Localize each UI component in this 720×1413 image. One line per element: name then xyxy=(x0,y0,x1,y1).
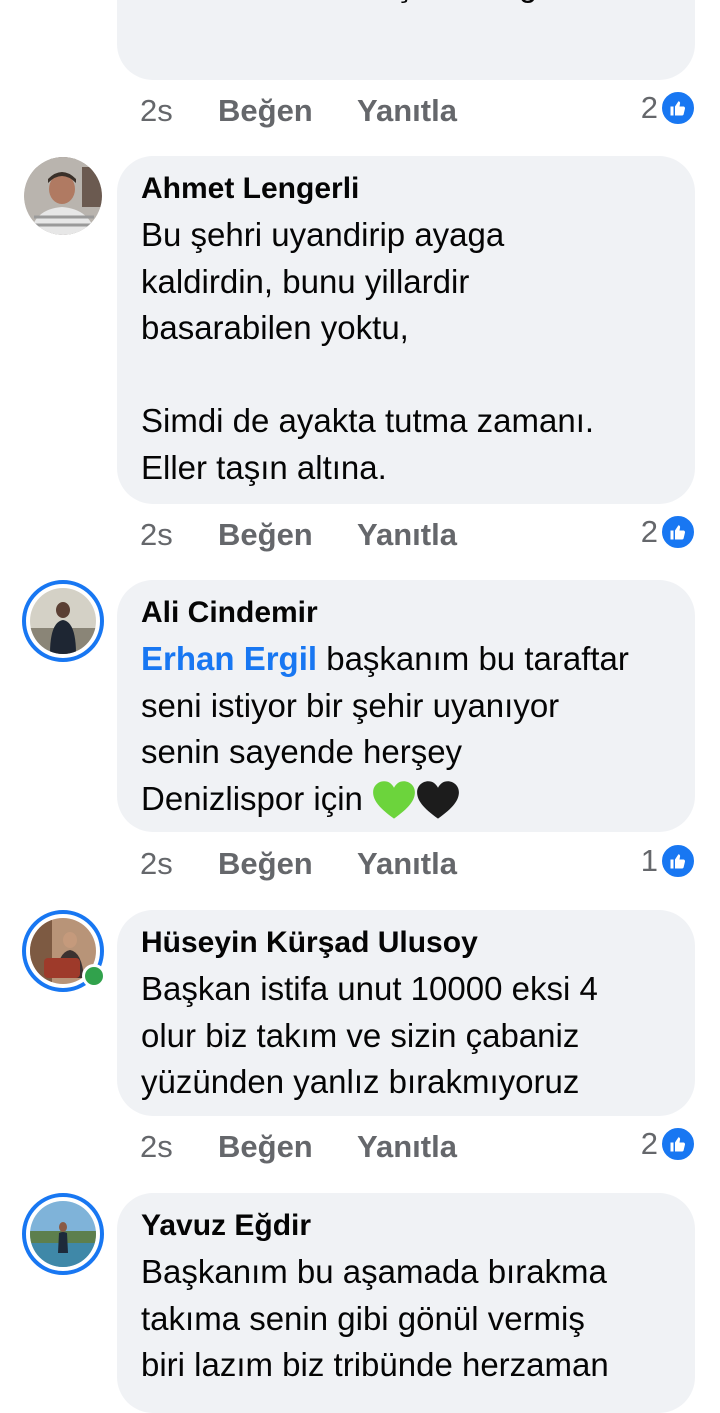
like-thumb-icon xyxy=(660,843,696,879)
comment-time[interactable]: 2s xyxy=(140,841,173,887)
reaction-summary[interactable]: 2 xyxy=(641,85,696,131)
comment-author[interactable]: Ali Cindemir xyxy=(141,594,671,632)
comment-text: Başkan istifa unut 10000 eksi 4 olur biz… xyxy=(141,970,598,1100)
comment-time[interactable]: 2s xyxy=(140,512,173,558)
avatar-image xyxy=(30,1201,96,1267)
avatar[interactable] xyxy=(22,580,104,662)
avatar[interactable] xyxy=(22,1193,104,1275)
reply-button[interactable]: Yanıtla xyxy=(357,841,457,887)
comment-author[interactable]: Hüseyin Kürşad Ulusoy xyxy=(141,924,671,962)
avatar-image xyxy=(30,588,96,654)
comment-text: Başkanım bu aşamada bırakma takıma senin… xyxy=(141,1253,609,1383)
comment-bubble[interactable]: Hüseyin Kürşad Ulusoy Başkan istifa unut… xyxy=(117,910,695,1116)
reaction-count: 2 xyxy=(640,1126,658,1161)
like-thumb-icon xyxy=(660,1126,696,1162)
like-button[interactable]: Beğen xyxy=(218,88,313,134)
comment-bubble[interactable]: bırakmak için birçok nedenin var ama şim… xyxy=(117,0,695,80)
green-heart-emoji xyxy=(373,780,415,819)
like-button[interactable]: Beğen xyxy=(218,841,313,887)
comment-text-rest: seni istiyor bir şehir uyanıyor senin sa… xyxy=(141,686,560,817)
comment-bubble[interactable]: Ali Cindemir Erhan Ergil başkanım bu tar… xyxy=(117,580,695,832)
comment-bubble[interactable]: Yavuz Eğdir Başkanım bu aşamada bırakma … xyxy=(117,1193,695,1413)
reaction-summary[interactable]: 1 xyxy=(641,838,696,884)
comment-text: Bu şehri uyandirip ayaga kaldirdin, bunu… xyxy=(141,216,595,486)
reply-button[interactable]: Yanıtla xyxy=(357,1124,457,1170)
like-thumb-icon xyxy=(660,90,696,126)
comment-text: nedenin var ama şimdi değil.. xyxy=(141,0,570,9)
black-heart-emoji xyxy=(417,780,459,819)
reaction-summary[interactable]: 2 xyxy=(641,509,696,555)
like-thumb-icon xyxy=(660,514,696,550)
comment-bubble[interactable]: Ahmet Lengerli Bu şehri uyandirip ayaga … xyxy=(117,156,695,504)
reaction-count: 1 xyxy=(640,843,658,878)
mention-link[interactable]: Erhan Ergil xyxy=(141,640,317,677)
comment-text-line1: başkanım bu taraftar xyxy=(317,640,629,677)
like-button[interactable]: Beğen xyxy=(218,1124,313,1170)
like-button[interactable]: Beğen xyxy=(218,512,313,558)
reaction-count: 2 xyxy=(640,514,658,549)
comment-time[interactable]: 2s xyxy=(140,1124,173,1170)
reply-button[interactable]: Yanıtla xyxy=(357,88,457,134)
reply-button[interactable]: Yanıtla xyxy=(357,512,457,558)
avatar-image xyxy=(24,157,102,235)
comment-author[interactable]: Yavuz Eğdir xyxy=(141,1207,671,1245)
reaction-summary[interactable]: 2 xyxy=(641,1121,696,1167)
comment-author[interactable]: Ahmet Lengerli xyxy=(141,170,671,208)
comment-text: Erhan Ergil başkanım bu taraftar seni is… xyxy=(141,636,671,822)
avatar[interactable] xyxy=(24,157,102,235)
comment-time[interactable]: 2s xyxy=(140,88,173,134)
online-status-dot xyxy=(82,964,106,988)
reaction-count: 2 xyxy=(640,90,658,125)
